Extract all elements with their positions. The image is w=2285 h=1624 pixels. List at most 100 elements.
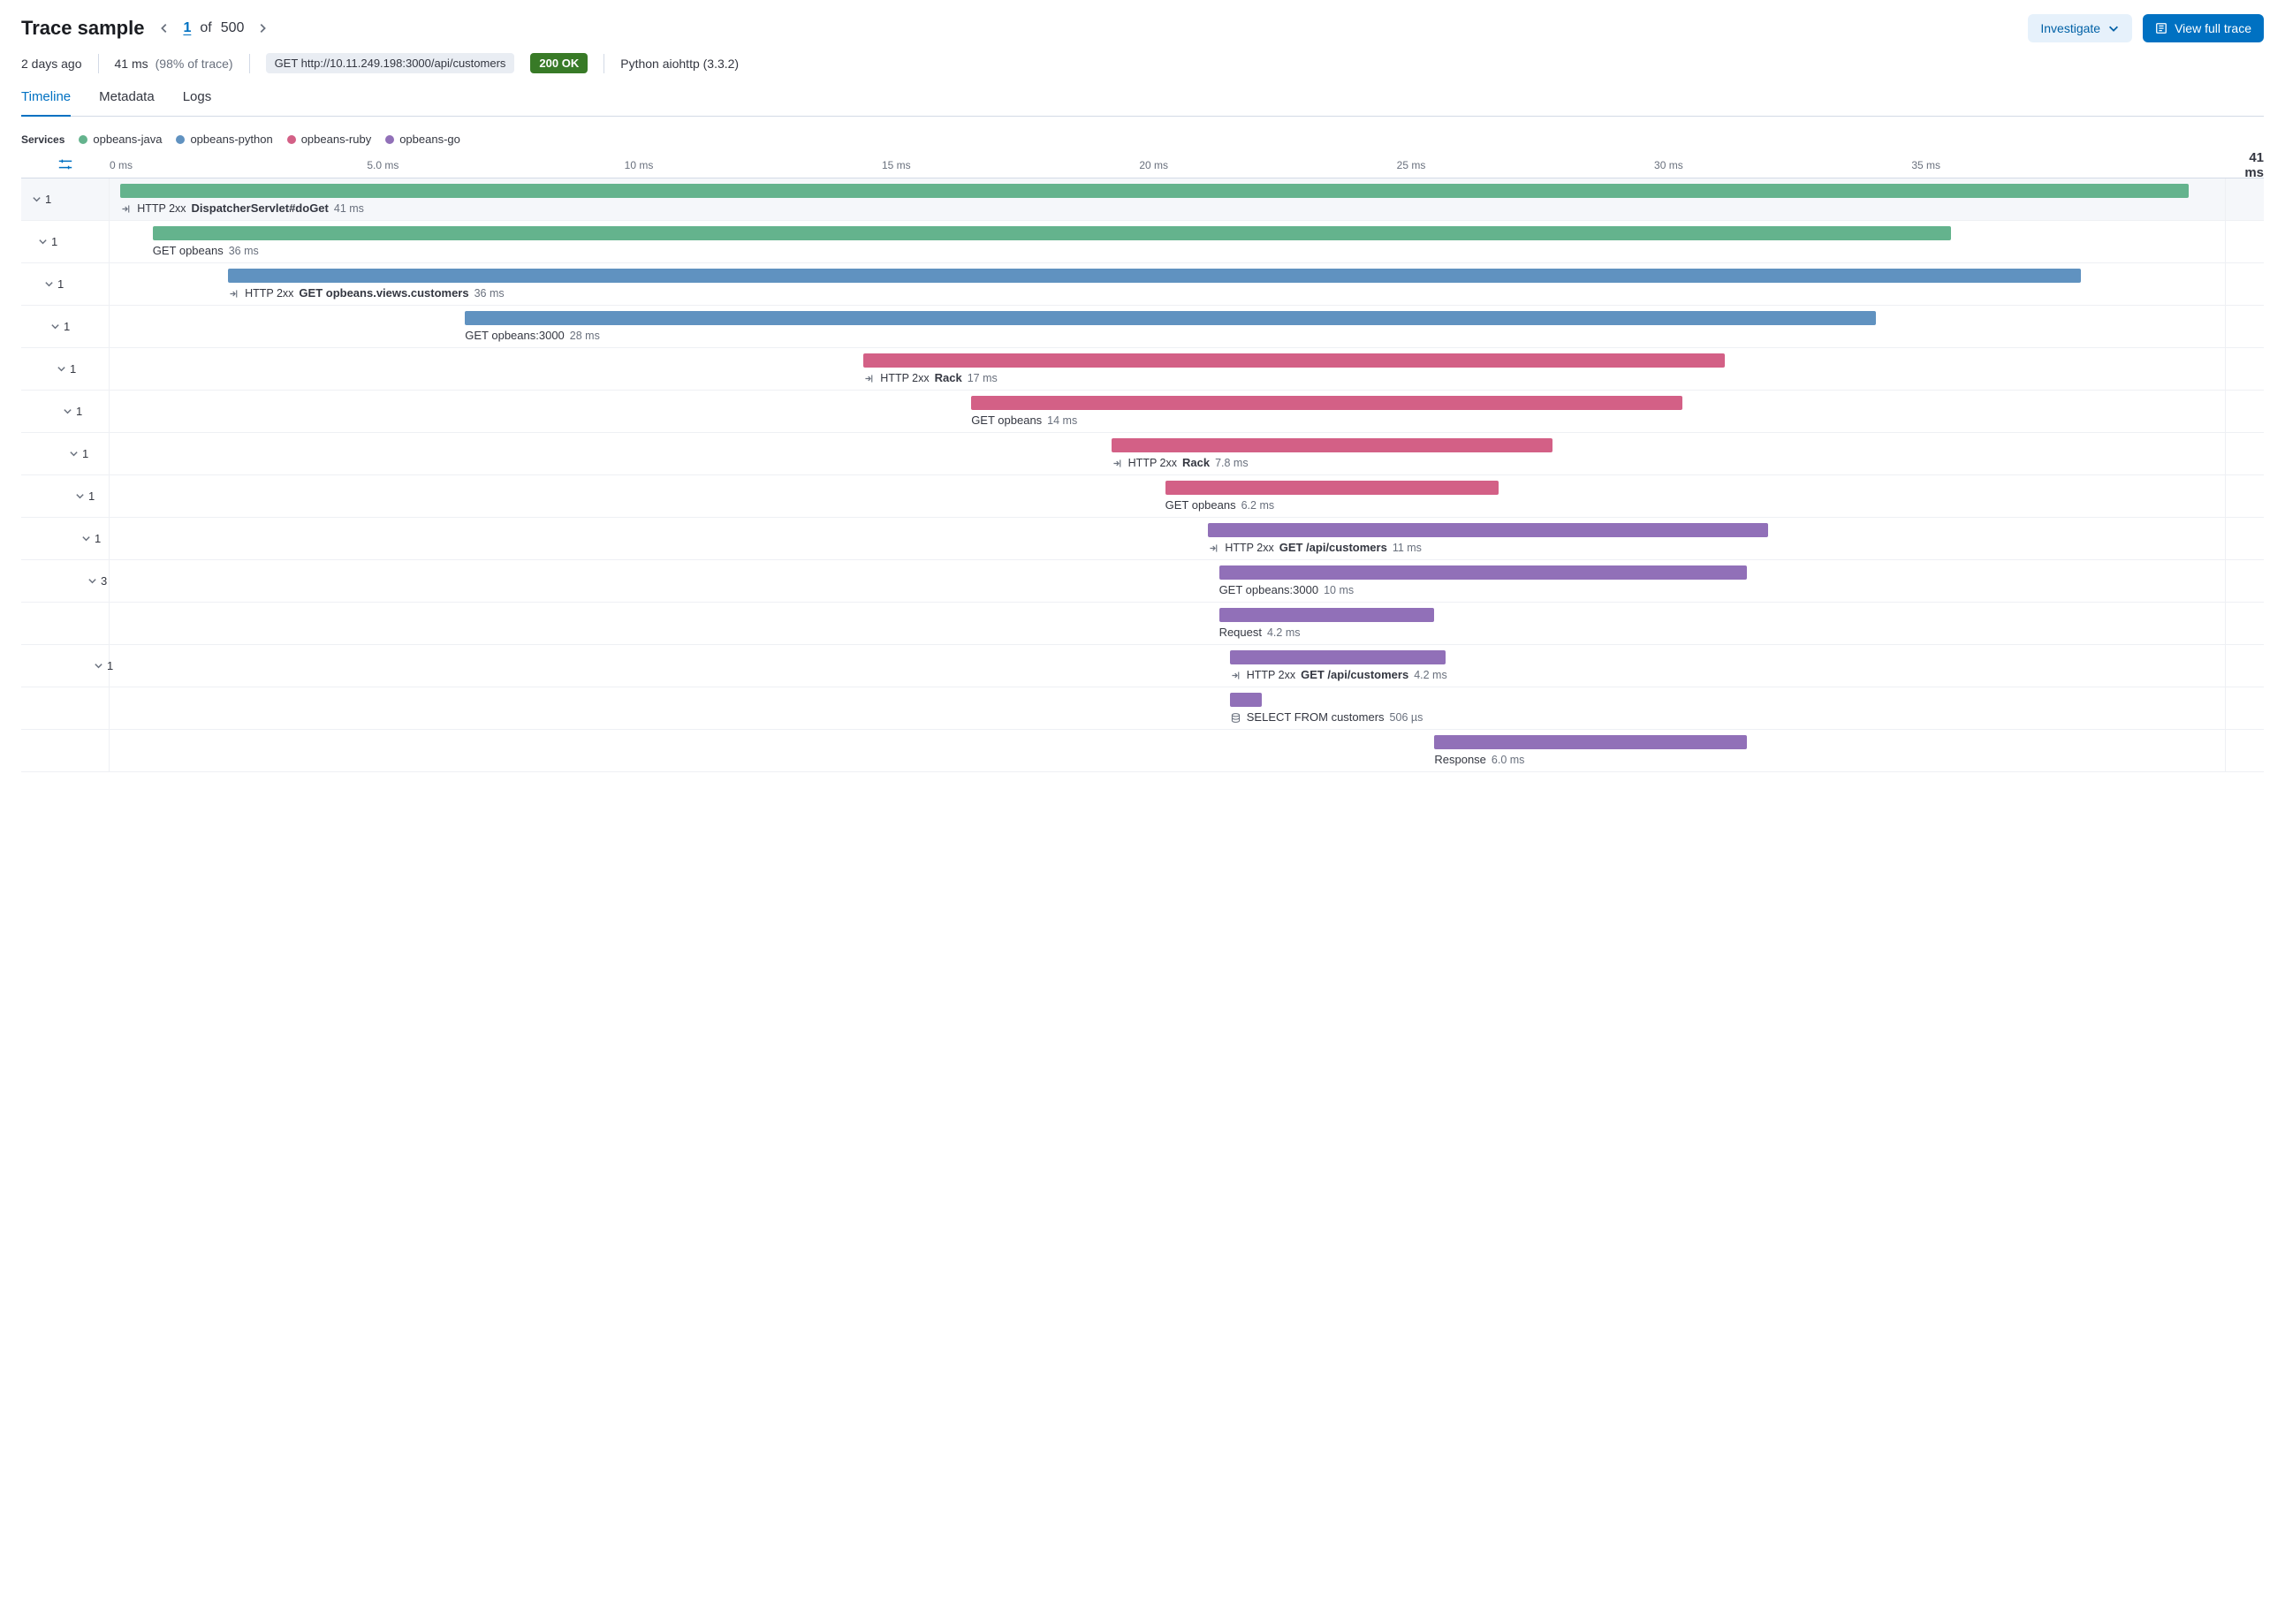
trace-icon xyxy=(2155,22,2167,34)
axis-end-label: 41 ms xyxy=(2228,150,2264,180)
timeline-axis: 0 ms5.0 ms10 ms15 ms20 ms25 ms30 ms35 ms… xyxy=(21,153,2264,178)
span-bar[interactable] xyxy=(1165,481,1499,495)
filter-icon[interactable] xyxy=(57,158,73,173)
span-duration: 28 ms xyxy=(570,330,600,342)
row-right-gutter xyxy=(2225,560,2264,602)
span-row[interactable]: 1HTTP 2xxGET opbeans.views.customers36 m… xyxy=(21,263,2264,306)
row-right-gutter xyxy=(2225,730,2264,771)
span-duration: 41 ms xyxy=(334,202,364,215)
span-bar[interactable] xyxy=(465,311,1876,325)
tab-logs[interactable]: Logs xyxy=(183,89,212,117)
pager-next-button[interactable] xyxy=(253,19,272,38)
span-row[interactable]: 1 GET opbeans:3000 28 ms xyxy=(21,306,2264,348)
span-bar[interactable] xyxy=(1230,650,1446,664)
span-row[interactable]: 1HTTP 2xxRack7.8 ms xyxy=(21,433,2264,475)
span-bar[interactable] xyxy=(1208,523,1768,537)
span-name: GET /api/customers xyxy=(1301,668,1408,681)
span-row[interactable]: 1HTTP 2xxGET /api/customers11 ms xyxy=(21,518,2264,560)
span-name: GET opbeans xyxy=(971,414,1042,427)
span-toggle[interactable]: 1 xyxy=(21,659,113,672)
span-duration: 7.8 ms xyxy=(1215,457,1249,469)
divider xyxy=(249,54,250,73)
span-bar[interactable] xyxy=(863,353,1725,368)
http-status: HTTP 2xx xyxy=(880,372,929,384)
span-row[interactable]: 1GET opbeans36 ms xyxy=(21,221,2264,263)
row-right-gutter xyxy=(2225,433,2264,474)
span-toggle[interactable]: 1 xyxy=(21,193,51,206)
legend-label: opbeans-go xyxy=(399,133,460,146)
view-full-trace-button[interactable]: View full trace xyxy=(2143,14,2264,42)
span-bar[interactable] xyxy=(1219,608,1435,622)
span-toggle[interactable]: 1 xyxy=(21,320,70,333)
span-toggle[interactable]: 3 xyxy=(21,574,107,588)
span-row[interactable]: 1HTTP 2xxDispatcherServlet#doGet41 ms xyxy=(21,178,2264,221)
span-bar[interactable] xyxy=(1112,438,1553,452)
span-child-count: 1 xyxy=(76,405,82,418)
request-pill: GET http://10.11.249.198:3000/api/custom… xyxy=(266,53,515,73)
span-child-count: 3 xyxy=(101,574,107,588)
axis-tick: 0 ms xyxy=(110,159,133,171)
span-toggle[interactable]: 1 xyxy=(21,447,88,460)
span-label: Request4.2 ms xyxy=(1219,626,1301,639)
swatch-icon xyxy=(176,135,185,144)
status-pill: 200 OK xyxy=(530,53,588,73)
axis-tick: 20 ms xyxy=(1139,159,1168,171)
tab-metadata[interactable]: Metadata xyxy=(99,89,155,117)
row-right-gutter xyxy=(2225,687,2264,729)
services-label: Services xyxy=(21,133,65,146)
span-name: SELECT FROM customers xyxy=(1247,710,1385,724)
waterfall-rows: 1HTTP 2xxDispatcherServlet#doGet41 ms1GE… xyxy=(21,178,2264,772)
span-duration: 6.2 ms xyxy=(1241,499,1275,512)
row-right-gutter xyxy=(2225,475,2264,517)
legend-label: opbeans-java xyxy=(93,133,162,146)
span-toggle[interactable]: 1 xyxy=(21,362,76,376)
span-name: GET opbeans:3000 xyxy=(465,329,565,342)
span-row[interactable]: 3GET opbeans:300010 ms xyxy=(21,560,2264,603)
span-toggle[interactable]: 1 xyxy=(21,489,95,503)
span-duration: 506 µs xyxy=(1390,711,1423,724)
span-toggle[interactable]: 1 xyxy=(21,235,57,248)
swatch-icon xyxy=(79,135,87,144)
investigate-button[interactable]: Investigate xyxy=(2028,14,2132,42)
span-row[interactable]: Response6.0 ms xyxy=(21,730,2264,772)
span-row[interactable]: Request4.2 ms xyxy=(21,603,2264,645)
span-child-count: 1 xyxy=(45,193,51,206)
pager-current[interactable]: 1 xyxy=(183,20,191,36)
pager-prev-button[interactable] xyxy=(155,19,174,38)
row-right-gutter xyxy=(2225,178,2264,220)
span-name: GET opbeans xyxy=(1165,498,1236,512)
pager-total: 500 xyxy=(221,20,245,36)
span-row[interactable]: 1 HTTP 2xxGET /api/customers4.2 ms xyxy=(21,645,2264,687)
span-bar[interactable] xyxy=(1230,693,1263,707)
span-name: GET opbeans xyxy=(153,244,224,257)
span-bar[interactable] xyxy=(153,226,1952,240)
incoming-request-icon xyxy=(120,201,132,215)
span-row[interactable]: SELECT FROM customers 506 µs xyxy=(21,687,2264,730)
span-bar[interactable] xyxy=(228,269,2081,283)
span-bar[interactable] xyxy=(120,184,2188,198)
span-bar[interactable] xyxy=(1219,565,1747,580)
span-name: Rack xyxy=(935,371,962,384)
tab-timeline[interactable]: Timeline xyxy=(21,89,71,117)
span-toggle[interactable]: 1 xyxy=(21,405,82,418)
span-bar[interactable] xyxy=(971,396,1682,410)
incoming-request-icon xyxy=(228,286,239,300)
span-label: GET opbeans14 ms xyxy=(971,414,1077,427)
span-toggle[interactable]: 1 xyxy=(21,277,64,291)
tabs: Timeline Metadata Logs xyxy=(21,89,2264,117)
investigate-label: Investigate xyxy=(2040,21,2100,35)
http-status: HTTP 2xx xyxy=(245,287,293,300)
http-status: HTTP 2xx xyxy=(137,202,186,215)
span-name: Response xyxy=(1434,753,1486,766)
span-bar[interactable] xyxy=(1434,735,1747,749)
span-toggle[interactable]: 1 xyxy=(21,532,101,545)
span-label: HTTP 2xxGET /api/customers4.2 ms xyxy=(1230,668,1447,681)
divider xyxy=(98,54,99,73)
span-row[interactable]: 1 GET opbeans 6.2 ms xyxy=(21,475,2264,518)
agent-label: Python aiohttp (3.3.2) xyxy=(620,57,739,71)
incoming-request-icon xyxy=(1230,668,1241,681)
span-row[interactable]: 1HTTP 2xxRack17 ms xyxy=(21,348,2264,391)
span-row[interactable]: 1 GET opbeans14 ms xyxy=(21,391,2264,433)
span-name: GET /api/customers xyxy=(1279,541,1387,554)
row-right-gutter xyxy=(2225,603,2264,644)
